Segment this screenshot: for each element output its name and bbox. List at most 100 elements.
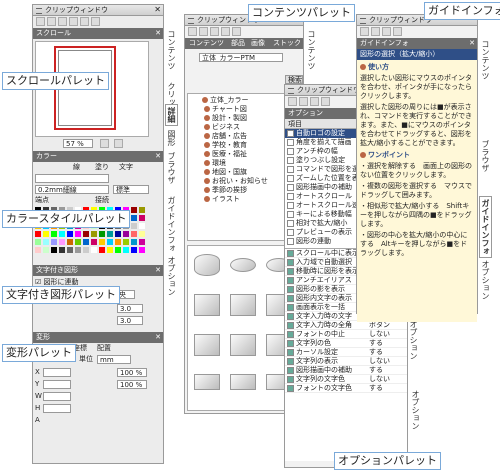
color-swatch[interactable] bbox=[67, 247, 73, 253]
tab-stock[interactable]: ストック bbox=[273, 39, 301, 48]
color-swatch[interactable] bbox=[123, 247, 129, 253]
toolbar-icon[interactable] bbox=[393, 27, 402, 36]
field-y[interactable] bbox=[43, 380, 71, 389]
color-swatch[interactable] bbox=[139, 223, 145, 229]
color-swatch[interactable] bbox=[43, 239, 49, 245]
text-shape-palette-header[interactable]: 文字付き図形 ✕ bbox=[33, 265, 163, 276]
color-swatch[interactable] bbox=[75, 247, 81, 253]
guide-info-header[interactable]: ガイドインフォ ✕ bbox=[357, 38, 477, 49]
field-x[interactable] bbox=[43, 368, 71, 377]
zoom-combo[interactable]: 57 % bbox=[63, 139, 93, 148]
color-swatch[interactable] bbox=[99, 231, 105, 237]
color-swatch[interactable] bbox=[83, 247, 89, 253]
tab-browser-left[interactable]: ブラウザ bbox=[166, 152, 177, 184]
transform-palette-header[interactable]: 変形 ✕ bbox=[33, 332, 163, 343]
close-icon[interactable]: ✕ bbox=[155, 151, 161, 162]
margin-field-1[interactable]: 3.0 bbox=[117, 304, 143, 313]
color-swatch[interactable] bbox=[67, 239, 73, 245]
color-swatch[interactable] bbox=[51, 231, 57, 237]
zoom-in-icon[interactable] bbox=[114, 139, 123, 148]
line-color-combo[interactable] bbox=[35, 174, 109, 183]
color-swatch[interactable] bbox=[83, 231, 89, 237]
cube-shape[interactable] bbox=[230, 294, 256, 316]
clip-window-titlebar[interactable]: クリップウィンドウ ✕ bbox=[33, 5, 163, 16]
unit-combo[interactable]: mm bbox=[97, 355, 131, 364]
tab-option-right3[interactable]: オプション bbox=[480, 260, 491, 300]
color-swatch[interactable] bbox=[35, 239, 41, 245]
option-setting-value[interactable]: しない bbox=[369, 330, 390, 338]
option-setting-row[interactable]: 図形描画中の補助 する bbox=[285, 366, 407, 375]
option-setting-value[interactable]: する bbox=[369, 348, 383, 356]
close-icon[interactable]: ✕ bbox=[155, 265, 161, 276]
option-setting-row[interactable]: 文字列の文字色 しない bbox=[285, 375, 407, 384]
tab-images[interactable]: 画像 bbox=[251, 39, 265, 48]
toolbar-icon[interactable] bbox=[199, 27, 208, 36]
toolbar-icon[interactable] bbox=[382, 27, 391, 36]
tab-line[interactable]: 線 bbox=[73, 163, 80, 172]
color-swatch[interactable] bbox=[43, 247, 49, 253]
color-swatch[interactable] bbox=[51, 247, 57, 253]
tab-arrange[interactable]: 配置 bbox=[97, 344, 111, 353]
color-swatch[interactable] bbox=[75, 231, 81, 237]
option-setting-value[interactable]: ボタン bbox=[369, 321, 390, 329]
color-swatch[interactable] bbox=[59, 239, 65, 245]
toolbar-icon[interactable] bbox=[36, 17, 45, 26]
tab-fill[interactable]: 塗り bbox=[95, 163, 109, 172]
color-swatch[interactable] bbox=[91, 231, 97, 237]
toolbar-icon[interactable] bbox=[91, 17, 100, 26]
color-swatch[interactable] bbox=[115, 231, 121, 237]
tab-text[interactable]: 文字 bbox=[119, 163, 133, 172]
close-icon[interactable]: ✕ bbox=[469, 38, 475, 49]
block-shape[interactable] bbox=[230, 334, 256, 356]
color-swatch[interactable] bbox=[123, 231, 129, 237]
margin-field-2[interactable]: 3.0 bbox=[117, 316, 143, 325]
tab-contents-right[interactable]: コンテンツ bbox=[480, 40, 491, 80]
color-swatch[interactable] bbox=[123, 239, 129, 245]
toolbar-icon[interactable] bbox=[80, 17, 89, 26]
line-width-combo[interactable]: 0.2mm細線 bbox=[35, 185, 109, 194]
option-setting-value[interactable]: する bbox=[369, 339, 383, 347]
option-setting-row[interactable]: フォントの文字色 する bbox=[285, 384, 407, 393]
color-swatch[interactable] bbox=[131, 215, 137, 221]
zoom-out-icon[interactable] bbox=[100, 139, 109, 148]
disc-shape[interactable] bbox=[230, 258, 256, 272]
option-setting-value[interactable]: する bbox=[369, 366, 383, 374]
option-setting-value[interactable]: しない bbox=[369, 375, 390, 383]
toolbar-icon[interactable] bbox=[232, 27, 241, 36]
color-swatch[interactable] bbox=[83, 239, 89, 245]
option-setting-value[interactable]: しない bbox=[369, 357, 390, 365]
color-swatch[interactable] bbox=[139, 215, 145, 221]
toolbar-icon[interactable] bbox=[288, 97, 297, 106]
color-swatch[interactable] bbox=[99, 247, 105, 253]
toolbar-icon[interactable] bbox=[299, 97, 308, 106]
color-swatch[interactable] bbox=[59, 231, 65, 237]
toolbar-icon[interactable] bbox=[321, 97, 330, 106]
cylinder-shape[interactable] bbox=[194, 254, 220, 276]
tab-option-right[interactable]: オプション bbox=[408, 320, 419, 360]
tab-browser-right[interactable]: ブラウザ bbox=[480, 140, 491, 172]
color-swatch[interactable] bbox=[107, 231, 113, 237]
color-swatch[interactable] bbox=[139, 239, 145, 245]
toolbar-icon[interactable] bbox=[360, 27, 369, 36]
block-shape[interactable] bbox=[194, 334, 220, 356]
tab-shape-left[interactable]: 図形 bbox=[166, 130, 177, 146]
color-swatch[interactable] bbox=[139, 207, 145, 213]
tab-guide-left[interactable]: ガイドインフォ bbox=[166, 196, 177, 252]
color-swatch[interactable] bbox=[35, 231, 41, 237]
tab-parts[interactable]: 部品 bbox=[231, 39, 245, 48]
line-style-combo[interactable]: 標準 bbox=[113, 185, 149, 194]
category-combo[interactable]: 立体_カラーPTM bbox=[199, 53, 283, 62]
slab-shape[interactable] bbox=[194, 374, 220, 390]
option-setting-row[interactable]: 文字列の表示 しない bbox=[285, 357, 407, 366]
close-icon[interactable]: ✕ bbox=[154, 5, 161, 15]
color-swatch[interactable] bbox=[107, 247, 113, 253]
color-swatch[interactable] bbox=[91, 247, 97, 253]
close-icon[interactable]: ✕ bbox=[155, 332, 161, 343]
scale-w-field[interactable]: 100 % bbox=[117, 368, 147, 377]
tab-guide-right[interactable]: ガイドインフォ bbox=[479, 196, 492, 258]
tab-detail-left[interactable]: 詳細 bbox=[165, 104, 178, 126]
option-setting-value[interactable]: する bbox=[369, 384, 383, 392]
toolbar-icon[interactable] bbox=[47, 17, 56, 26]
tab-contents[interactable]: コンテンツ bbox=[189, 39, 224, 48]
close-icon[interactable]: ✕ bbox=[155, 28, 161, 39]
